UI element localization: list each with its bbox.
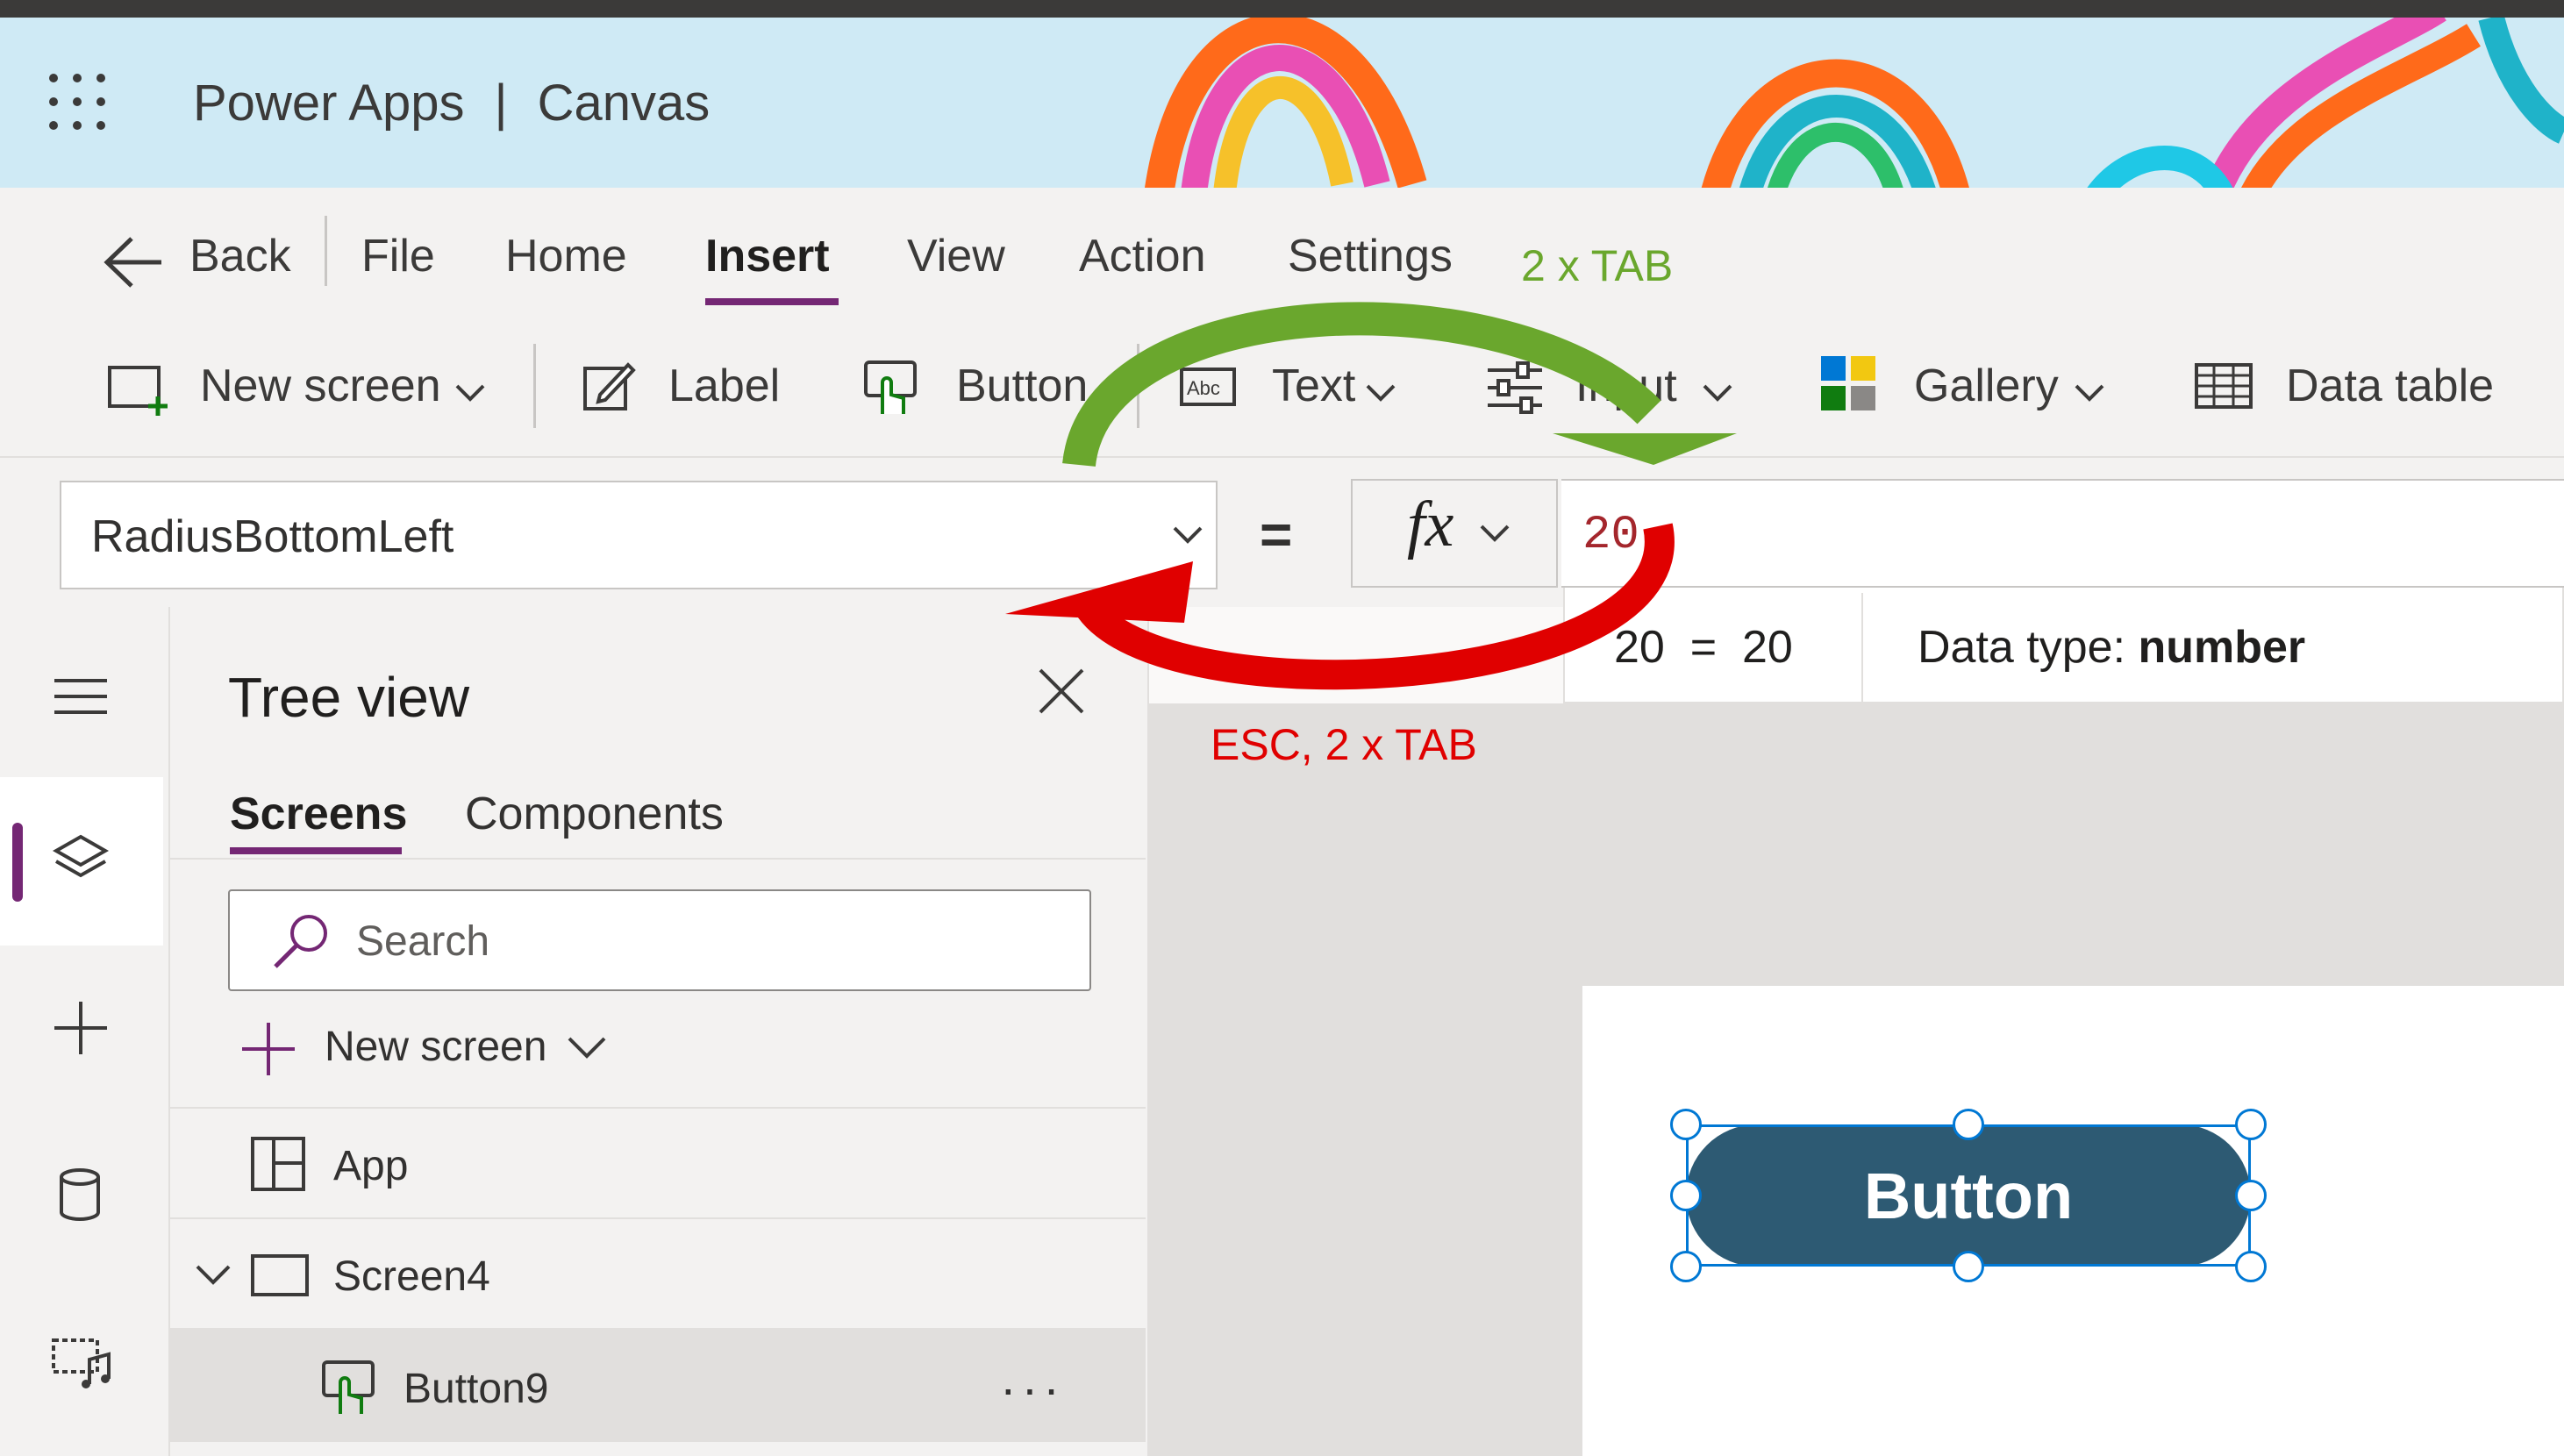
green-arrow-head (1553, 433, 1737, 465)
red-arrow-head (1005, 561, 1193, 623)
green-forward-arrow (1062, 302, 1661, 467)
annotation-backward-label: ESC, 2 x TAB (1211, 720, 1477, 769)
annotation-forward-label: 2 x TAB (1521, 241, 1674, 290)
